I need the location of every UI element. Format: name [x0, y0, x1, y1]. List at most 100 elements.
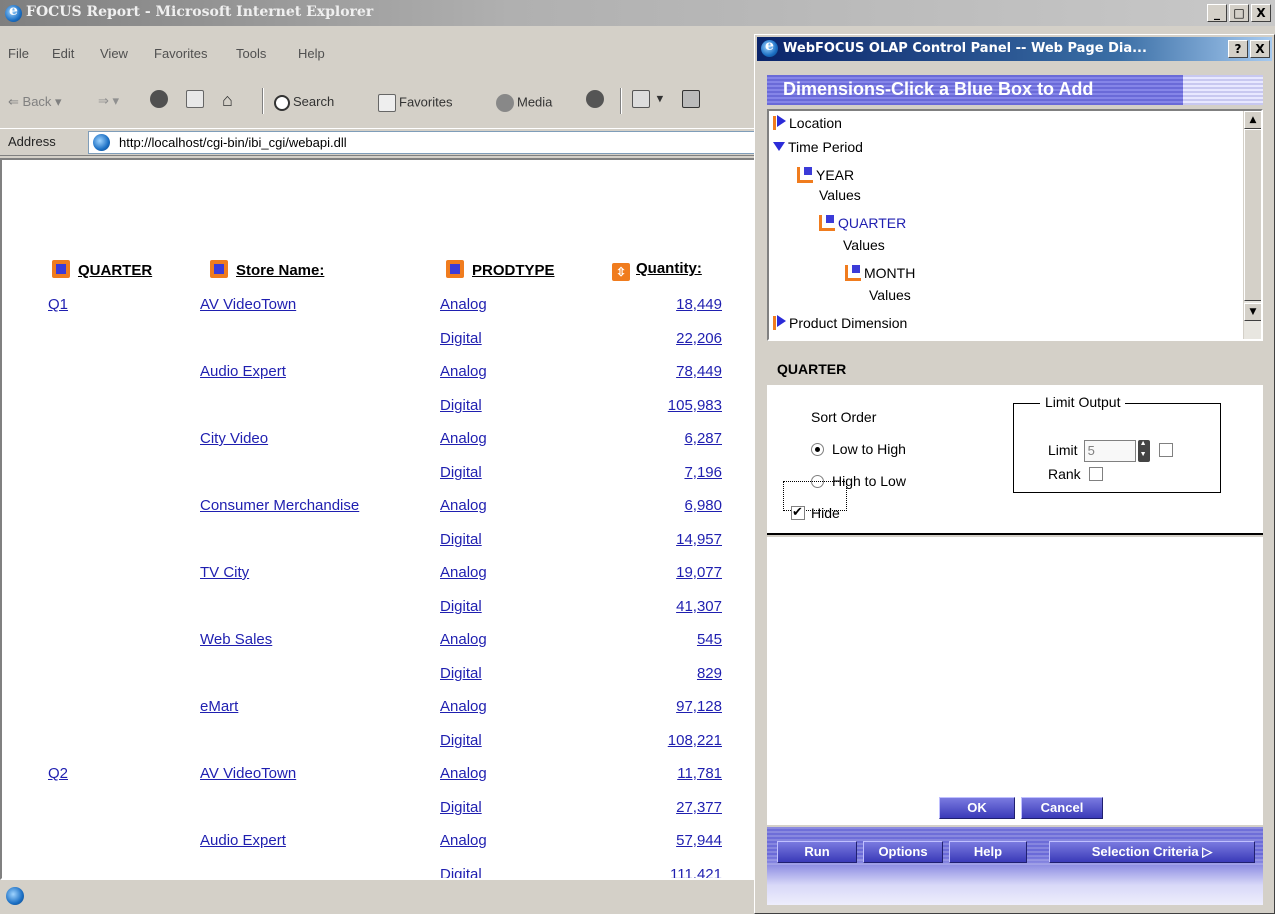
help-button[interactable]: Help	[949, 841, 1027, 863]
quantity-cell[interactable]: 105,983	[602, 397, 722, 414]
quantity-cell[interactable]: 829	[602, 665, 722, 682]
prodtype-cell[interactable]: Analog	[440, 765, 487, 782]
tree-node-quarter[interactable]: QUARTER	[819, 215, 906, 231]
hide-checkbox[interactable]: Hide	[791, 504, 840, 521]
quantity-cell[interactable]: 27,377	[602, 799, 722, 816]
selection-criteria-button[interactable]: Selection Criteria ▷	[1049, 841, 1255, 863]
search-button[interactable]: Search	[274, 94, 334, 111]
prodtype-cell[interactable]: Digital	[440, 598, 482, 615]
rank-checkbox[interactable]	[1088, 467, 1103, 481]
blue-box-icon[interactable]	[797, 167, 813, 183]
mail-button[interactable]: ▾	[632, 90, 663, 108]
radio-selected-icon[interactable]	[811, 443, 824, 456]
tree-node-location[interactable]: Location	[773, 115, 842, 131]
quantity-cell[interactable]: 22,206	[602, 330, 722, 347]
run-button[interactable]: Run	[777, 841, 857, 863]
quarter-header[interactable]: QUARTER	[52, 260, 152, 279]
refresh-button[interactable]	[186, 90, 207, 108]
prodtype-cell[interactable]: Analog	[440, 497, 487, 514]
tree-node-product-dimension[interactable]: Product Dimension	[773, 315, 907, 331]
store-name-cell[interactable]: Consumer Merchandise	[200, 497, 359, 514]
stop-button[interactable]	[150, 90, 171, 108]
tree-node-year[interactable]: YEAR	[797, 167, 854, 183]
limit-spinner[interactable]	[1137, 440, 1150, 462]
store-name-cell[interactable]: Audio Expert	[200, 832, 286, 849]
menu-help[interactable]: Help	[298, 46, 325, 61]
prodtype-cell[interactable]: Digital	[440, 866, 482, 878]
tree-node-time-period[interactable]: Time Period	[773, 139, 863, 155]
prodtype-cell[interactable]: Analog	[440, 430, 487, 447]
store-header[interactable]: Store Name:	[210, 260, 324, 279]
store-name-cell[interactable]: City Video	[200, 430, 268, 447]
prodtype-cell[interactable]: Analog	[440, 363, 487, 380]
store-name-cell[interactable]: AV VideoTown	[200, 765, 296, 782]
sort-arrows-icon[interactable]: ⇳	[612, 263, 630, 281]
expand-arrow-icon[interactable]	[777, 315, 786, 327]
quarter-cell[interactable]: Q1	[48, 296, 68, 313]
blue-box-icon[interactable]	[446, 260, 464, 278]
prodtype-cell[interactable]: Digital	[440, 464, 482, 481]
media-button[interactable]: Media	[496, 94, 552, 112]
quantity-cell[interactable]: 108,221	[602, 732, 722, 749]
quantity-cell[interactable]: 14,957	[602, 531, 722, 548]
quantity-cell[interactable]: 57,944	[602, 832, 722, 849]
minimize-button[interactable]: _	[1207, 4, 1227, 22]
store-name-cell[interactable]: Audio Expert	[200, 363, 286, 380]
blue-box-icon[interactable]	[52, 260, 70, 278]
prodtype-cell[interactable]: Digital	[440, 665, 482, 682]
prodtype-cell[interactable]: Analog	[440, 564, 487, 581]
scroll-down-arrow-icon[interactable]: ▼	[1244, 303, 1261, 321]
ok-button[interactable]: OK	[939, 797, 1015, 819]
prodtype-cell[interactable]: Analog	[440, 832, 487, 849]
prodtype-cell[interactable]: Digital	[440, 732, 482, 749]
store-name-cell[interactable]: TV City	[200, 564, 249, 581]
store-name-cell[interactable]: AV VideoTown	[200, 296, 296, 313]
favorites-button[interactable]: Favorites	[378, 94, 452, 112]
tree-scrollbar[interactable]: ▲ ▼	[1243, 111, 1261, 339]
prodtype-cell[interactable]: Digital	[440, 330, 482, 347]
blue-box-icon[interactable]	[819, 215, 835, 231]
dialog-close-button[interactable]: X	[1250, 40, 1270, 58]
options-button[interactable]: Options	[863, 841, 943, 863]
menu-favorites[interactable]: Favorites	[154, 46, 207, 61]
quantity-cell[interactable]: 41,307	[602, 598, 722, 615]
quantity-cell[interactable]: 545	[602, 631, 722, 648]
quantity-cell[interactable]: 111,421	[602, 866, 722, 878]
dialog-help-button[interactable]: ?	[1228, 40, 1248, 58]
close-button[interactable]: X	[1251, 4, 1271, 22]
maximize-button[interactable]: □	[1229, 4, 1249, 22]
prodtype-cell[interactable]: Digital	[440, 531, 482, 548]
store-name-cell[interactable]: eMart	[200, 698, 238, 715]
quantity-cell[interactable]: 7,196	[602, 464, 722, 481]
back-button[interactable]: ⇐ Back ▾	[8, 94, 62, 110]
prodtype-cell[interactable]: Analog	[440, 698, 487, 715]
quantity-cell[interactable]: 97,128	[602, 698, 722, 715]
tree-node-month[interactable]: MONTH	[845, 265, 915, 281]
prodtype-cell[interactable]: Analog	[440, 631, 487, 648]
quantity-cell[interactable]: 19,077	[602, 564, 722, 581]
store-name-cell[interactable]: Web Sales	[200, 631, 272, 648]
prodtype-header[interactable]: PRODTYPE	[446, 260, 555, 279]
address-input[interactable]: http://localhost/cgi-bin/ibi_cgi/webapi.…	[88, 131, 760, 154]
menu-edit[interactable]: Edit	[52, 46, 74, 61]
quantity-cell[interactable]: 6,980	[602, 497, 722, 514]
scroll-up-arrow-icon[interactable]: ▲	[1244, 111, 1261, 129]
menu-tools[interactable]: Tools	[236, 46, 266, 61]
limit-input[interactable]: 5	[1083, 440, 1136, 462]
history-button[interactable]	[586, 90, 607, 108]
collapse-arrow-icon[interactable]	[773, 142, 785, 151]
quarter-cell[interactable]: Q2	[48, 765, 68, 782]
quantity-header[interactable]: ⇳ Quantity:	[612, 260, 702, 281]
quantity-cell[interactable]: 11,781	[602, 765, 722, 782]
quantity-cell[interactable]: 18,449	[602, 296, 722, 313]
menu-view[interactable]: View	[100, 46, 128, 61]
quantity-cell[interactable]: 6,287	[602, 430, 722, 447]
forward-button[interactable]: ⇒ ▾	[98, 93, 119, 109]
expand-arrow-icon[interactable]	[777, 115, 786, 127]
tree-node-month-values[interactable]: Values	[869, 287, 911, 303]
tree-node-year-values[interactable]: Values	[819, 187, 861, 203]
cancel-button[interactable]: Cancel	[1021, 797, 1103, 819]
sort-low-to-high-option[interactable]: Low to High	[811, 441, 906, 457]
tree-node-quarter-values[interactable]: Values	[843, 237, 885, 253]
prodtype-cell[interactable]: Digital	[440, 397, 482, 414]
